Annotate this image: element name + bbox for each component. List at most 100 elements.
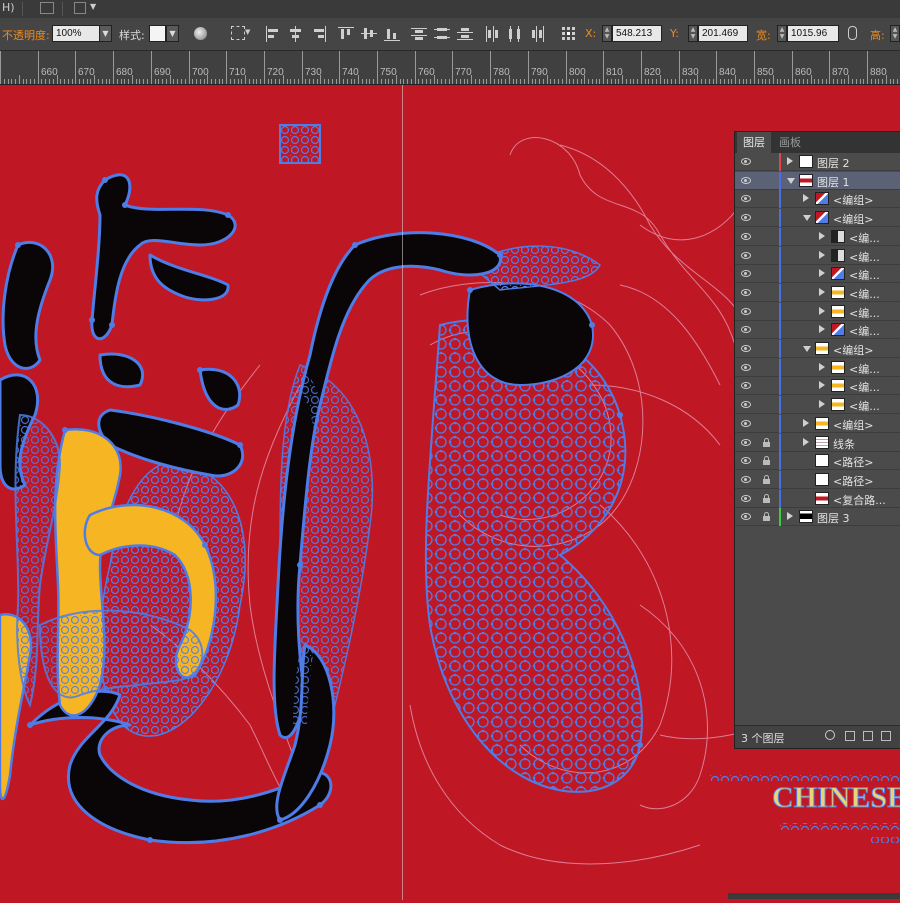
expand-triangle-icon[interactable] [803, 437, 809, 446]
width-input[interactable]: 1015.96 [787, 25, 839, 42]
visibility-eye-icon[interactable] [741, 457, 751, 465]
layer-name[interactable]: <复合路... [833, 492, 886, 508]
align-vertical-center-icon[interactable] [361, 26, 377, 42]
y-spinner[interactable]: ▲ ▼ [688, 25, 698, 42]
layer-row[interactable]: <编... [735, 265, 900, 284]
layer-name[interactable]: <编... [849, 286, 880, 302]
visibility-eye-icon[interactable] [741, 401, 751, 409]
expand-triangle-icon[interactable] [819, 400, 825, 409]
layer-name[interactable]: 线条 [833, 436, 855, 452]
distribute-top-icon[interactable] [411, 26, 427, 42]
align-bottom-icon[interactable] [384, 26, 400, 42]
expand-triangle-icon[interactable] [819, 250, 825, 259]
lock-icon[interactable] [763, 474, 770, 484]
x-input[interactable]: 548.213 [612, 25, 662, 42]
align-to-selection-icon[interactable] [231, 26, 245, 40]
layer-row[interactable]: <编... [735, 377, 900, 396]
expand-triangle-icon[interactable] [803, 194, 809, 203]
visibility-eye-icon[interactable] [741, 345, 751, 352]
style-dropdown[interactable]: ▼ [166, 25, 179, 42]
layer-name[interactable]: <编... [849, 398, 880, 414]
expand-triangle-icon[interactable] [819, 325, 825, 334]
layer-name[interactable]: <编... [849, 267, 880, 283]
distribute-bottom-icon[interactable] [457, 26, 473, 42]
align-top-icon[interactable] [338, 26, 354, 42]
expand-triangle-icon[interactable] [803, 418, 809, 427]
layer-name[interactable]: <编... [849, 379, 880, 395]
layer-row[interactable]: <编... [735, 321, 900, 340]
layer-name[interactable]: <编组> [833, 342, 873, 358]
x-spinner[interactable]: ▲ ▼ [602, 25, 612, 42]
visibility-eye-icon[interactable] [741, 158, 751, 165]
layer-row[interactable]: <编... [735, 227, 900, 246]
layer-row[interactable]: 图层 2 [735, 153, 900, 171]
layer-row[interactable]: <编... [735, 396, 900, 415]
tab-artboards[interactable]: 画板 [773, 132, 807, 153]
visibility-eye-icon[interactable] [741, 513, 751, 521]
layer-name[interactable]: <编... [849, 361, 880, 377]
align-left-icon[interactable] [265, 26, 281, 42]
visibility-eye-icon[interactable] [741, 214, 751, 222]
expand-triangle-icon[interactable] [787, 157, 793, 165]
distribute-vertical-center-icon[interactable] [434, 26, 450, 42]
lock-icon[interactable] [763, 493, 770, 503]
locate-object-icon[interactable] [825, 730, 835, 740]
horizontal-scrollbar[interactable] [728, 893, 900, 899]
collapse-triangle-icon[interactable] [803, 346, 811, 352]
distribute-right-icon[interactable] [530, 26, 546, 42]
visibility-eye-icon[interactable] [741, 195, 751, 203]
chevron-down-icon[interactable]: ▼ [245, 28, 250, 36]
collapse-triangle-icon[interactable] [803, 215, 811, 222]
layer-row[interactable]: <路径> [735, 452, 900, 471]
layer-name[interactable]: <编... [849, 305, 880, 321]
visibility-eye-icon[interactable] [741, 475, 751, 483]
layer-name[interactable]: <编... [849, 249, 880, 265]
layer-name[interactable]: <编... [849, 230, 880, 246]
expand-triangle-icon[interactable] [819, 306, 825, 315]
layer-name[interactable]: 图层 1 [817, 174, 850, 190]
opacity-dropdown[interactable]: ▼ [99, 25, 112, 42]
layer-row[interactable]: <编组> [735, 414, 900, 433]
distribute-left-icon[interactable] [484, 26, 500, 42]
recolor-artwork-icon[interactable] [194, 27, 207, 40]
vertical-guide-line[interactable] [402, 85, 403, 900]
layer-name[interactable]: <路径> [833, 473, 873, 489]
layer-name[interactable]: <编组> [833, 192, 873, 208]
make-clipping-mask-icon[interactable] [845, 731, 855, 741]
layer-name[interactable]: <编组> [833, 211, 873, 227]
expand-triangle-icon[interactable] [819, 362, 825, 371]
collapse-triangle-icon[interactable] [787, 177, 795, 184]
arrange-documents-icon[interactable] [74, 2, 86, 14]
height-spinner[interactable]: ▲ ▼ [890, 25, 900, 42]
y-input[interactable]: 201.469 [698, 25, 748, 42]
visibility-eye-icon[interactable] [741, 419, 751, 427]
visibility-eye-icon[interactable] [741, 326, 751, 334]
opacity-label[interactable]: 不透明度: [2, 27, 50, 43]
expand-triangle-icon[interactable] [819, 381, 825, 390]
visibility-eye-icon[interactable] [741, 382, 751, 390]
reference-point-icon[interactable] [561, 26, 577, 42]
layer-row[interactable]: <编... [735, 302, 900, 321]
horizontal-ruler[interactable]: 660 670 680 690 700 710 720 730 740 750 760 770 780 7… [0, 51, 900, 85]
layer-row[interactable]: <编... [735, 358, 900, 377]
visibility-eye-icon[interactable] [741, 307, 751, 315]
layer-name[interactable]: <编组> [833, 417, 873, 433]
layer-row[interactable]: <路径> [735, 470, 900, 489]
layer-row[interactable]: <编... [735, 246, 900, 265]
expand-triangle-icon[interactable] [819, 231, 825, 240]
align-horizontal-center-icon[interactable] [288, 26, 304, 42]
layer-row[interactable]: <编组> [735, 340, 900, 358]
expand-triangle-icon[interactable] [819, 269, 825, 278]
layer-name[interactable]: 图层 2 [817, 155, 850, 171]
lock-icon[interactable] [763, 512, 770, 522]
visibility-eye-icon[interactable] [741, 270, 751, 278]
new-sublayer-icon[interactable] [863, 731, 873, 741]
bridge-icon[interactable] [40, 2, 54, 14]
new-layer-icon[interactable] [881, 731, 891, 741]
lock-icon[interactable] [763, 456, 770, 466]
visibility-eye-icon[interactable] [741, 494, 751, 502]
menu-help-fragment[interactable]: H) [2, 1, 15, 14]
chevron-down-icon[interactable]: ▼ [90, 2, 96, 11]
layer-name[interactable]: <路径> [833, 454, 873, 470]
constrain-proportions-icon[interactable] [848, 26, 857, 40]
